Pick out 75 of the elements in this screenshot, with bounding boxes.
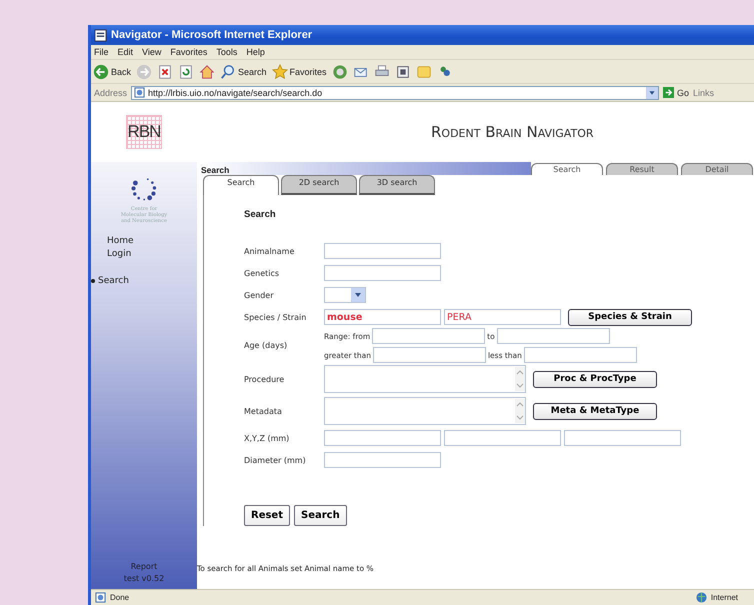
refresh-icon[interactable] — [178, 64, 194, 80]
nav-link[interactable]: Login — [107, 249, 132, 259]
menu-item[interactable]: Tools — [216, 47, 238, 57]
text-area[interactable] — [324, 365, 526, 393]
input-field[interactable] — [324, 452, 441, 468]
page-icon — [134, 87, 146, 98]
field-label: Metadata — [244, 406, 283, 416]
menu-item[interactable]: View — [142, 47, 162, 57]
home-icon[interactable] — [199, 64, 216, 80]
field-label: Species / Strain — [244, 312, 308, 322]
zone-text: Internet — [710, 593, 738, 602]
menu-item[interactable]: Edit — [118, 47, 134, 57]
nav-link[interactable]: Search — [98, 276, 129, 286]
picker-button[interactable]: Proc & ProcType — [533, 370, 657, 388]
folder-icon[interactable] — [416, 64, 432, 80]
go-button[interactable]: Go — [663, 87, 690, 98]
input-field[interactable] — [324, 243, 441, 259]
menu-item[interactable]: File — [94, 47, 109, 57]
input-field[interactable] — [372, 347, 486, 363]
version-text: test v0.52 — [122, 573, 166, 585]
text-area[interactable] — [324, 397, 526, 425]
input-field[interactable]: PERA — [444, 309, 561, 325]
field-label: Diameter (mm) — [244, 456, 307, 464]
page-icon — [95, 592, 106, 603]
tab[interactable]: Detail — [681, 163, 753, 175]
globe-icon — [696, 592, 707, 603]
tab[interactable]: 3D search — [359, 175, 435, 195]
dropdown-field[interactable] — [324, 287, 366, 303]
url-text: http://lrbis.uio.no/navigate/search/search.do — [148, 88, 324, 98]
input-field[interactable]: mouse — [324, 309, 441, 325]
address-field[interactable]: http://lrbis.uio.no/navigate/search/search.do — [131, 86, 660, 100]
window-title: Navigator - Microsoft Internet Explorer — [111, 29, 312, 41]
field-label: Animalname — [244, 246, 296, 256]
field-label: X,Y,Z (mm) — [244, 434, 290, 442]
favorites-button[interactable]: Favorites — [272, 64, 327, 80]
page-title: Rodent Brain Navigator — [431, 123, 594, 141]
field-label: Procedure — [244, 374, 286, 384]
rbn-logo: RBN — [126, 115, 162, 149]
menu-item[interactable]: Help — [246, 47, 265, 57]
field-label: Gender — [244, 290, 274, 300]
input-field[interactable] — [372, 328, 486, 344]
form-button[interactable]: Search — [294, 505, 347, 526]
input-field[interactable] — [324, 430, 441, 446]
input-field[interactable] — [324, 265, 441, 281]
tab[interactable]: Search — [531, 163, 603, 175]
address-label: Address — [94, 88, 128, 98]
field-label: Age (days) — [244, 341, 288, 350]
nav-link[interactable]: Home — [107, 236, 134, 246]
tab[interactable]: Result — [606, 163, 678, 175]
status-text: Done — [110, 593, 130, 602]
back-button[interactable]: Back — [93, 64, 132, 80]
scroll-arrows-icon — [515, 399, 525, 423]
menu-item[interactable]: Favorites — [170, 47, 208, 57]
search-button[interactable]: Search — [220, 64, 267, 80]
picker-button[interactable]: Meta & MetaType — [533, 402, 657, 420]
form-button[interactable]: Reset — [244, 505, 290, 526]
scroll-arrows-icon — [515, 367, 525, 391]
star-icon — [272, 64, 288, 80]
go-arrow-icon — [663, 87, 674, 98]
tab[interactable]: 2D search — [281, 175, 357, 195]
section-label: Search — [201, 166, 230, 175]
input-field[interactable] — [444, 430, 561, 446]
species-strain-button[interactable]: Species & Strain — [568, 308, 692, 326]
input-field[interactable] — [524, 347, 637, 363]
media-icon[interactable] — [332, 64, 348, 80]
stop-icon[interactable] — [157, 64, 174, 80]
edit-icon[interactable] — [394, 64, 411, 80]
form-title: Search — [244, 208, 277, 222]
page-icon — [94, 28, 107, 42]
links-label[interactable]: Links — [693, 88, 714, 98]
search-icon — [220, 64, 236, 80]
input-field[interactable] — [564, 430, 681, 446]
tab[interactable]: Search — [203, 175, 279, 195]
input-field[interactable] — [496, 328, 610, 344]
field-label: Genetics — [244, 268, 280, 278]
